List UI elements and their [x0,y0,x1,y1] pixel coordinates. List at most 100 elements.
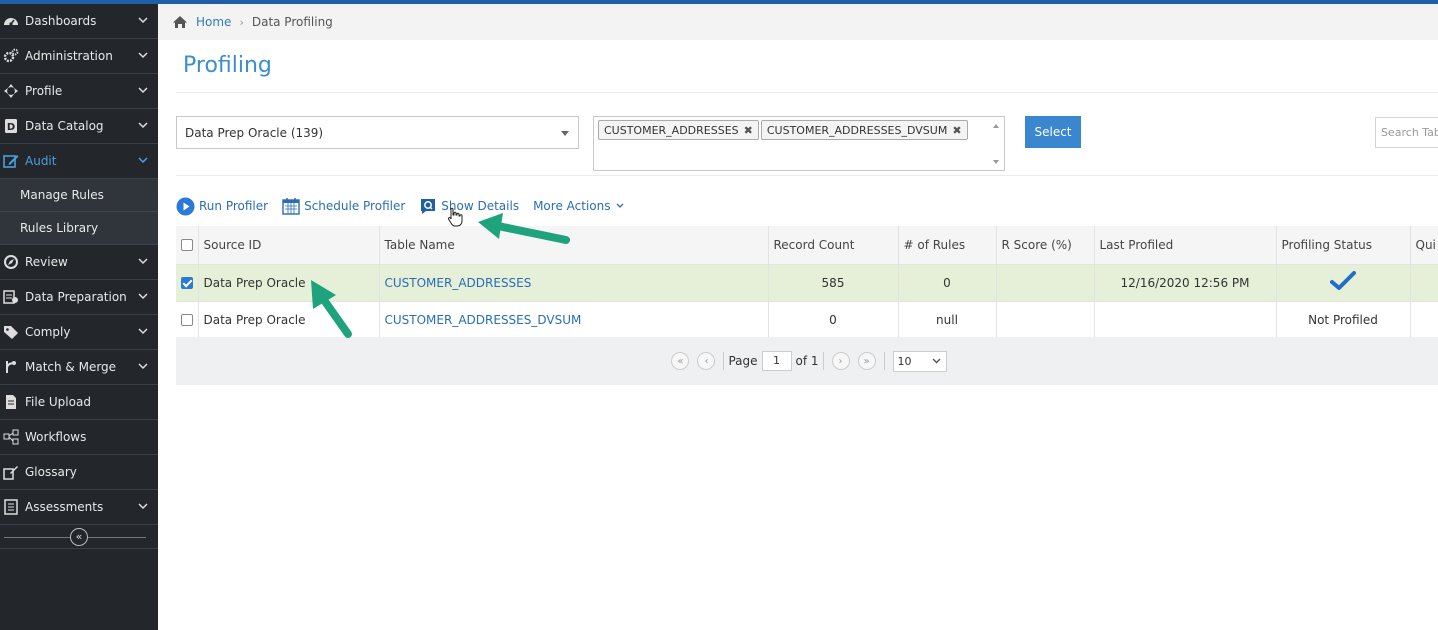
more-actions-dropdown[interactable]: More Actions [533,199,628,213]
table-tag: CUSTOMER_ADDRESSES ✖ [598,120,759,140]
sidebar-collapse-row: « [0,525,158,549]
table-name-link[interactable]: CUSTOMER_ADDRESSES_DVSUM [379,301,769,339]
sidebar-item-label: Match & Merge [25,360,117,374]
sidebar-item-review[interactable]: Review [0,245,158,280]
sidebar-item-label: Data Catalog [25,119,104,133]
source-id-cell: Data Prep Oracle [198,301,380,339]
profiling-table: Source ID Table Name Record Count # of R… [176,226,1438,339]
page-number-input[interactable]: 1 [761,351,792,371]
remove-tag-icon[interactable]: ✖ [952,124,961,137]
column-header-quick[interactable]: Qui [1410,226,1438,265]
glossary-icon [2,463,20,481]
main-content: Home › Data Profiling Profiling Data Pre… [158,4,1438,630]
chevron-down-icon [138,503,148,510]
svg-text:D: D [7,122,15,133]
first-page-icon[interactable]: « [671,352,690,370]
chevron-down-icon [138,17,148,24]
edit-icon [2,152,20,170]
source-id-cell: Data Prep Oracle [198,264,380,302]
scroll-up-icon[interactable] [993,124,999,128]
sidebar-item-glossary[interactable]: Glossary [0,455,158,490]
table-tags-input[interactable]: CUSTOMER_ADDRESSES ✖ CUSTOMER_ADDRESSES_DV… [593,116,1005,171]
column-header-record-count[interactable]: Record Count [768,226,899,265]
record-count-cell: 0 [768,301,899,339]
sidebar-item-label: File Upload [25,395,91,409]
calendar-icon [282,198,300,215]
next-page-icon[interactable]: › [831,352,850,370]
checkmark-icon [1330,271,1356,290]
chevron-down-icon [932,358,941,363]
sidebar-item-label: Dashboards [25,14,97,28]
column-header-table-name[interactable]: Table Name [379,226,769,265]
sidebar-item-comply[interactable]: Comply [0,315,158,350]
last-profiled-cell [1094,301,1277,339]
remove-tag-icon[interactable]: ✖ [744,124,753,137]
rules-count-cell: 0 [898,264,997,302]
home-icon[interactable] [172,15,188,29]
column-header-last-profiled[interactable]: Last Profiled [1094,226,1277,265]
page-size-select[interactable]: 10 [892,350,947,372]
tag-icon [2,323,20,341]
sidebar-subitem-rules-library[interactable]: Rules Library [0,212,158,245]
divider [883,352,885,370]
column-header-r-score[interactable]: R Score (%) [996,226,1095,265]
workflow-icon [2,428,20,446]
last-page-icon[interactable]: » [857,352,876,370]
sidebar-item-data-preparation[interactable]: Data Preparation [0,280,158,315]
source-select-value: Data Prep Oracle (139) [185,125,324,140]
divider [176,92,1438,93]
quick-cell [1410,264,1438,302]
divider [822,352,824,370]
sidebar-item-label: Assessments [25,500,104,514]
table-row[interactable]: Data Prep Oracle CUSTOMER_ADDRESSES 585 … [176,264,1438,302]
breadcrumb-home-link[interactable]: Home [196,15,231,29]
source-select[interactable]: Data Prep Oracle (139) [176,116,579,149]
sidebar-item-workflows[interactable]: Workflows [0,420,158,455]
sidebar-item-label: Administration [25,49,113,63]
table-name-link[interactable]: CUSTOMER_ADDRESSES [379,264,769,302]
sidebar-subitem-manage-rules[interactable]: Manage Rules [0,179,158,212]
schedule-profiler-button[interactable]: Schedule Profiler [282,197,405,215]
collapse-sidebar-button[interactable]: « [70,527,88,546]
sidebar-item-match-merge[interactable]: Match & Merge [0,350,158,385]
column-header-rules[interactable]: # of Rules [898,226,997,265]
column-header-source-id[interactable]: Source ID [198,226,380,265]
row-checkbox[interactable] [181,277,193,289]
dashboard-icon [2,12,20,30]
sidebar-item-label: Glossary [25,465,77,479]
run-profiler-label: Run Profiler [199,199,269,213]
search-tables-input[interactable] [1375,117,1438,148]
r-score-cell [996,301,1095,339]
sidebar-item-label: Workflows [25,430,87,444]
divider [176,175,1438,176]
sidebar-item-audit[interactable]: Audit [0,144,158,179]
show-details-button[interactable]: Show Details [419,197,519,215]
sidebar-item-dashboards[interactable]: Dashboards [0,4,158,39]
more-actions-label: More Actions [533,199,611,213]
row-checkbox[interactable] [181,314,193,326]
select-button[interactable]: Select [1025,116,1081,148]
prev-page-icon[interactable]: ‹ [697,352,716,370]
divider [723,352,725,370]
column-header-profiling-status[interactable]: Profiling Status [1276,226,1411,265]
sidebar-item-data-catalog[interactable]: D Data Catalog [0,109,158,144]
tag-label: CUSTOMER_ADDRESSES_DVSUM [766,123,948,137]
details-icon [421,199,436,214]
page-title: Profiling [183,53,272,78]
gears-icon [2,47,20,65]
pagination-bar: « ‹ Page 1 of 1 › » 10 [176,337,1438,385]
run-profiler-button[interactable]: Run Profiler [176,197,268,216]
sidebar-item-assessments[interactable]: Assessments [0,490,158,525]
chevron-down-icon [138,363,148,370]
caret-down-icon [561,131,569,136]
chevron-down-icon [138,258,148,265]
select-all-checkbox[interactable] [181,239,193,252]
sidebar-item-profile[interactable]: Profile [0,74,158,109]
scroll-down-icon[interactable] [993,160,999,164]
page-label: Page [728,354,758,368]
sidebar-item-administration[interactable]: Administration [0,39,158,74]
chevron-down-icon [138,52,148,59]
table-row[interactable]: Data Prep Oracle CUSTOMER_ADDRESSES_DVSU… [176,301,1438,339]
sidebar-item-file-upload[interactable]: File Upload [0,385,158,420]
action-toolbar: Run Profiler Schedule Profiler Show Deta… [176,194,642,218]
